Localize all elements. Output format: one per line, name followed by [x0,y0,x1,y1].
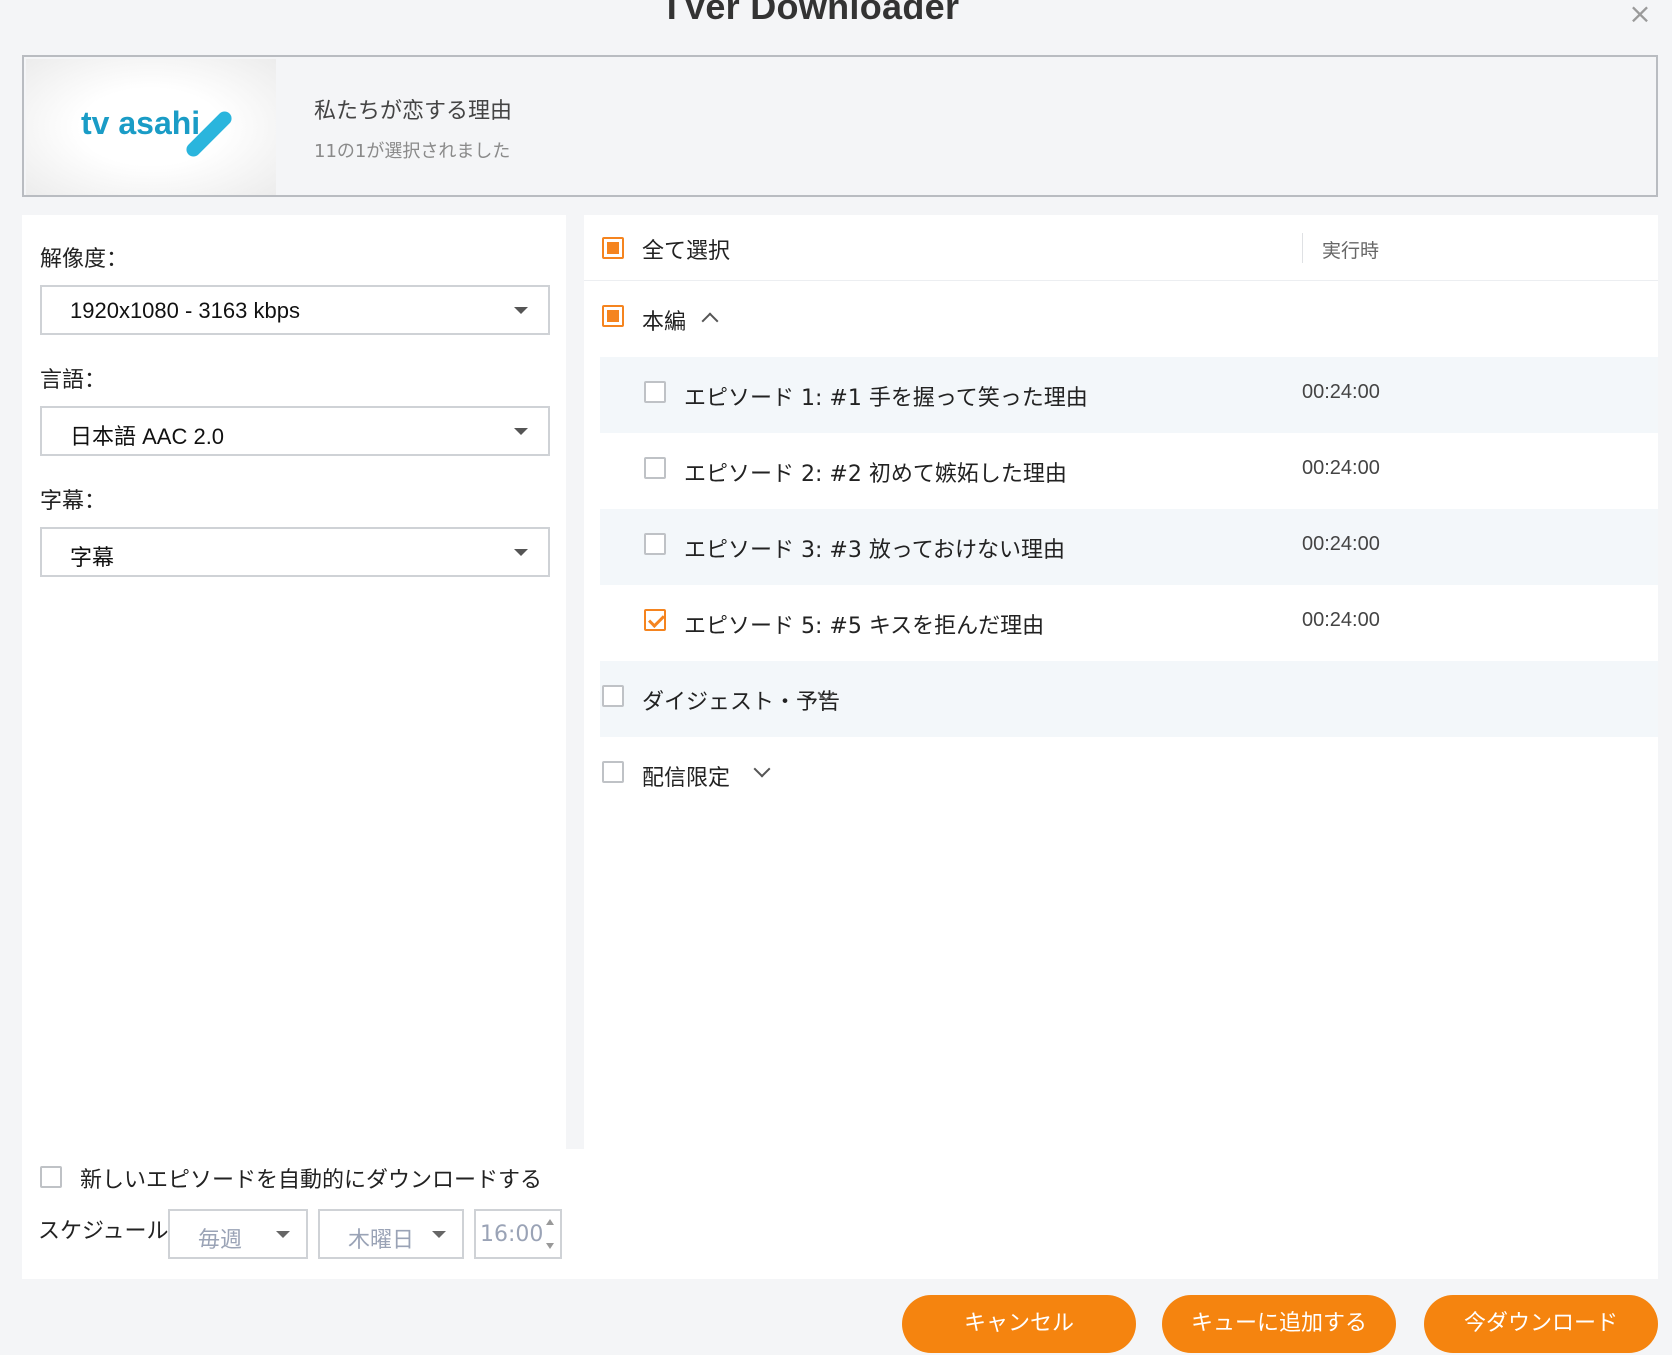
add-to-queue-button[interactable]: キューに追加する [1162,1295,1396,1353]
language-select[interactable]: 日本語 AAC 2.0 [40,406,550,456]
show-title: 私たちが恋する理由 [314,99,513,124]
cancel-button[interactable]: キャンセル [902,1295,1136,1353]
select-all-checkbox[interactable] [602,237,624,259]
day-select[interactable]: 木曜日 [318,1209,464,1259]
episode-checkbox[interactable] [644,381,666,403]
episode-row[interactable]: エピソード 3: #3 放っておけない理由 00:24:00 [600,509,1658,585]
episode-title: エピソード 1: #1 手を握って笑った理由 [684,386,1088,411]
duration-header: 実行時 [1322,240,1380,262]
episode-checkbox[interactable] [644,609,666,631]
episode-duration: 00:24:00 [1302,457,1380,479]
group-row-digest[interactable]: ダイジェスト・予告 [600,661,1658,737]
day-value: 木曜日 [348,1228,415,1253]
frequency-select[interactable]: 毎週 [168,1209,308,1259]
group-row-main[interactable]: 本編 [600,281,1658,357]
select-all-label: 全て選択 [642,239,731,264]
episode-duration: 00:24:00 [1302,609,1380,631]
auto-download-label: 新しいエピソードを自動的にダウンロードする [80,1168,543,1193]
logo-text: tv asahi [81,105,201,141]
episode-title: エピソード 5: #5 キスを拒んだ理由 [684,614,1045,639]
group-label-limited: 配信限定 [642,766,731,791]
chevron-down-icon [514,307,528,314]
episode-checkbox[interactable] [644,533,666,555]
show-header: tv asahi 私たちが恋する理由 11の1が選択されました [22,55,1658,197]
chevron-down-icon [432,1231,446,1238]
group-label-digest: ダイジェスト・予告 [642,690,841,715]
resolution-value: 1920x1080 - 3163 kbps [70,298,300,323]
schedule-label: スケジュール: [38,1219,176,1244]
window-title: TVer Downloader [660,0,960,27]
header-divider [1302,233,1303,263]
subtitle-label: 字幕： [40,489,107,514]
group-checkbox-digest[interactable] [602,685,624,707]
chevron-down-icon [514,428,528,435]
channel-logo: tv asahi [26,59,276,195]
time-input[interactable]: 16:00 [474,1209,562,1259]
episode-row[interactable]: エピソード 2: #2 初めて嫉妬した理由 00:24:00 [600,433,1658,509]
episode-checkbox[interactable] [644,457,666,479]
episode-list-panel: 全て選択 実行時 本編 エピソード 1: #1 手を握って笑った理由 00:24… [584,215,1658,1149]
auto-download-section: 新しいエピソードを自動的にダウンロードする スケジュール: 毎週 木曜日 16:… [22,1149,1658,1279]
language-value: 日本語 AAC 2.0 [70,424,225,449]
group-checkbox-main[interactable] [602,305,624,327]
chevron-down-icon [514,549,528,556]
frequency-value: 毎週 [198,1228,243,1253]
close-icon[interactable]: × [1628,0,1652,28]
subtitle-select[interactable]: 字幕 [40,527,550,577]
group-label-main: 本編 [642,310,687,335]
resolution-select[interactable]: 1920x1080 - 3163 kbps [40,285,550,335]
episode-title: エピソード 2: #2 初めて嫉妬した理由 [684,462,1067,487]
episode-duration: 00:24:00 [1302,381,1380,403]
resolution-label: 解像度： [40,247,129,272]
auto-download-checkbox[interactable] [40,1166,62,1188]
options-panel: 解像度： 1920x1080 - 3163 kbps 言語： 日本語 AAC 2… [22,215,566,1149]
subtitle-value: 字幕 [70,545,115,570]
chevron-down-icon [276,1231,290,1238]
episode-row[interactable]: エピソード 5: #5 キスを拒んだ理由 00:24:00 [600,585,1658,661]
spinner-down-icon[interactable] [546,1243,554,1249]
selection-status: 11の1が選択されました [314,141,511,162]
spinner-up-icon[interactable] [546,1219,554,1225]
group-row-limited[interactable]: 配信限定 [600,737,1658,813]
list-header: 全て選択 実行時 [584,215,1658,281]
group-checkbox-limited[interactable] [602,761,624,783]
chevron-up-icon[interactable] [701,312,719,330]
time-value: 16:00 [480,1222,544,1247]
download-now-button[interactable]: 今ダウンロード [1424,1295,1658,1353]
language-label: 言語： [40,368,107,393]
episode-duration: 00:24:00 [1302,533,1380,555]
chevron-down-icon[interactable] [753,760,771,778]
episode-title: エピソード 3: #3 放っておけない理由 [684,538,1066,563]
episode-row[interactable]: エピソード 1: #1 手を握って笑った理由 00:24:00 [600,357,1658,433]
